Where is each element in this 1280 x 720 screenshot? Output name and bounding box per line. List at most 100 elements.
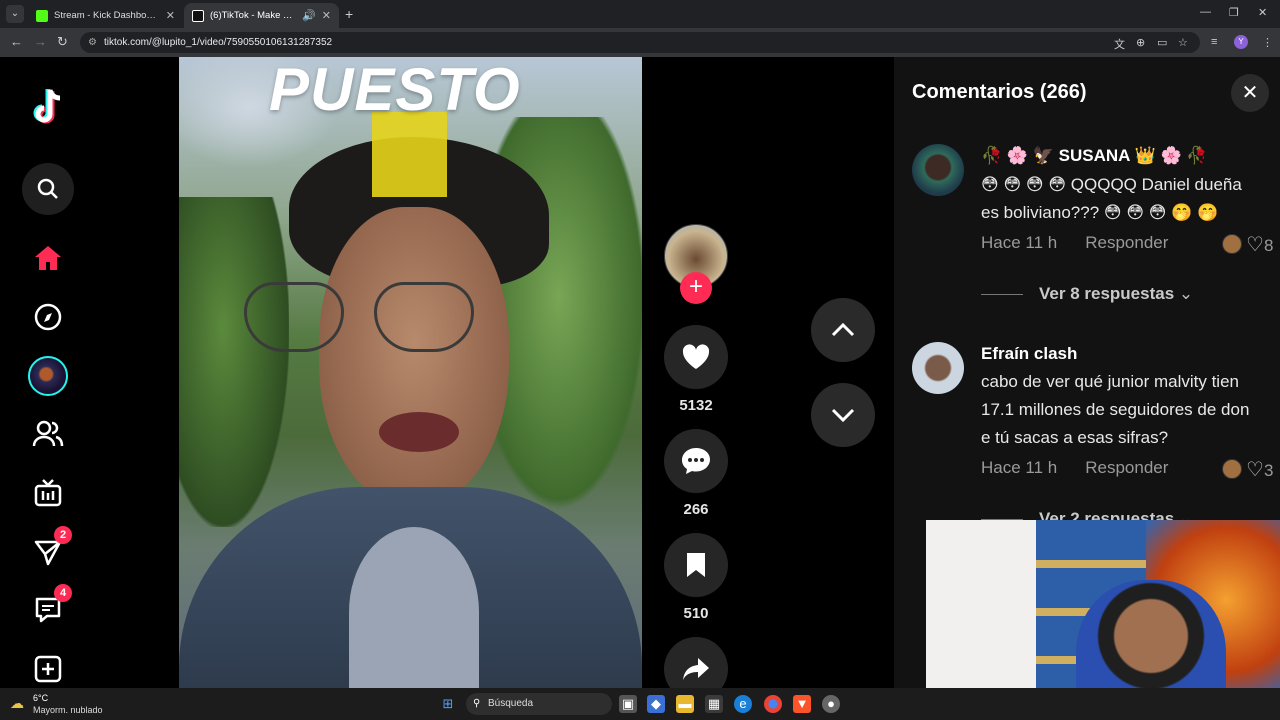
- comment-time: Hace 11 h: [981, 233, 1058, 252]
- brave-icon[interactable]: ▼: [793, 695, 811, 713]
- close-tab-icon[interactable]: ✕: [166, 9, 175, 22]
- video-person-face: [319, 207, 509, 507]
- browser-tab-bar: ⌄ Stream - Kick Dashboard ✕ (6)TikTok - …: [0, 0, 1280, 28]
- chevron-down-icon: ⌄: [1178, 284, 1194, 303]
- close-window-button[interactable]: ✕: [1258, 6, 1267, 19]
- minimize-button[interactable]: —: [1200, 6, 1211, 18]
- comment-like-heart-icon[interactable]: ♡8: [1246, 232, 1273, 257]
- weather-cloud-icon[interactable]: ☁: [10, 695, 24, 712]
- taskbar-search-box[interactable]: ⚲ Búsqueda: [466, 693, 612, 715]
- live-tv-icon[interactable]: [22, 467, 74, 519]
- menu-kebab-icon[interactable]: ⋮: [1262, 36, 1273, 49]
- tab-title: (6)TikTok - Make Your Day: [210, 10, 296, 21]
- new-tab-button[interactable]: +: [345, 6, 353, 22]
- obs-icon[interactable]: ●: [822, 695, 840, 713]
- previous-video-button[interactable]: [811, 298, 875, 362]
- explore-compass-icon[interactable]: [22, 291, 74, 343]
- glasses-icon: [374, 282, 474, 352]
- comment-meta: Hace 11 h Responder: [981, 458, 1168, 478]
- inbox-icon[interactable]: 4: [22, 584, 74, 636]
- profile-avatar[interactable]: Y: [1234, 35, 1248, 49]
- video-person-shirt: [349, 527, 479, 688]
- comment-text-line: 😳 😳 😳 😳 QQQQQ Daniel dueña: [981, 175, 1242, 194]
- file-explorer-icon[interactable]: ▬: [676, 695, 694, 713]
- forward-arrow-icon[interactable]: →: [34, 34, 47, 49]
- search-icon: ⚲: [473, 698, 481, 709]
- copilot-icon[interactable]: ◆: [647, 695, 665, 713]
- like-count: 5132: [679, 397, 713, 414]
- edge-icon[interactable]: e: [734, 695, 752, 713]
- weather-condition[interactable]: Mayorm. nublado: [33, 705, 103, 715]
- live-profile-avatar[interactable]: [22, 350, 74, 402]
- tiktok-sidebar: 2 4: [0, 57, 96, 688]
- video-overlay-text: PUESTO: [269, 57, 521, 123]
- comment-time: Hace 11 h: [981, 458, 1058, 477]
- reading-list-icon[interactable]: ≡: [1211, 36, 1217, 48]
- tiktok-logo-icon[interactable]: [22, 82, 74, 134]
- chevron-down-icon: [831, 408, 855, 422]
- reply-button[interactable]: Responder: [1085, 458, 1168, 477]
- kick-favicon-icon: [36, 9, 48, 22]
- translate-icon[interactable]: 文: [1114, 36, 1125, 52]
- messages-send-icon[interactable]: 2: [22, 526, 74, 578]
- zoom-icon[interactable]: ⊕: [1136, 36, 1145, 49]
- tab-kick-dashboard[interactable]: Stream - Kick Dashboard ✕: [28, 3, 183, 28]
- chrome-icon[interactable]: [764, 695, 782, 713]
- comment-count: 266: [683, 501, 709, 518]
- windows-start-icon[interactable]: ⊞: [439, 695, 457, 713]
- comment-username[interactable]: 🥀 🌸 🦅 SUSANA 👑 🌸 🥀: [981, 146, 1208, 166]
- windows-taskbar: ☁ 6°C Mayorm. nublado ⊞ ⚲ Búsqueda ▣ ◆ ▬…: [0, 688, 1280, 720]
- comment-like-count: 8: [1263, 236, 1274, 255]
- save-count: 510: [683, 605, 709, 622]
- comment-like-count: 3: [1263, 461, 1274, 480]
- search-icon[interactable]: [22, 163, 74, 215]
- site-info-icon[interactable]: ⚙: [88, 32, 97, 53]
- heart-icon[interactable]: [664, 325, 728, 389]
- store-icon[interactable]: ▦: [705, 695, 723, 713]
- video-player[interactable]: PUESTO: [179, 57, 642, 688]
- browser-toolbar: ← → ↻ ⚙ tiktok.com/@lupito_1/video/75905…: [0, 28, 1280, 57]
- restore-button[interactable]: ❐: [1229, 6, 1239, 19]
- follow-plus-button[interactable]: +: [680, 272, 712, 304]
- chevron-up-icon: [831, 323, 855, 337]
- comment-text-line: e tú sacas a esas sifras?: [981, 428, 1169, 447]
- next-video-button[interactable]: [811, 383, 875, 447]
- comment-action[interactable]: 266: [664, 429, 728, 518]
- tab-title: Stream - Kick Dashboard: [54, 10, 160, 21]
- back-arrow-icon[interactable]: ←: [10, 34, 23, 49]
- like-action[interactable]: 5132: [664, 325, 728, 414]
- comment-meta: Hace 11 h Responder: [981, 233, 1168, 253]
- comment-avatar[interactable]: [912, 342, 964, 394]
- creator-avatar[interactable]: +: [664, 224, 728, 304]
- video-yellow-overlay: [372, 112, 447, 197]
- home-icon[interactable]: [22, 232, 74, 284]
- weather-temperature[interactable]: 6°C: [33, 693, 48, 703]
- comment-username[interactable]: Efraín clash: [981, 344, 1077, 364]
- following-users-icon[interactable]: [22, 408, 74, 460]
- close-tab-icon[interactable]: ✕: [322, 9, 331, 22]
- cast-icon[interactable]: ▭: [1157, 36, 1167, 49]
- speaker-icon[interactable]: 🔊: [302, 9, 316, 22]
- reload-icon[interactable]: ↻: [57, 34, 68, 50]
- address-bar[interactable]: ⚙ tiktok.com/@lupito_1/video/75905501061…: [80, 32, 1200, 53]
- comments-title: Comentarios (266): [912, 81, 1087, 103]
- comment-text-line: cabo de ver qué junior malvity tien: [981, 372, 1239, 391]
- comment-text-line: 17.1 millones de seguidores de don: [981, 400, 1250, 419]
- comment-text-line: es boliviano??? 😳 😳 😳 🤭 🤭: [981, 203, 1219, 222]
- comment-like-heart-icon[interactable]: ♡3: [1246, 457, 1273, 482]
- video-background-tree: [179, 197, 289, 527]
- close-comments-button[interactable]: ✕: [1231, 74, 1269, 112]
- task-view-icon[interactable]: ▣: [619, 695, 637, 713]
- view-replies-label: Ver 8 respuestas: [1039, 284, 1175, 303]
- taskbar-search-label: Búsqueda: [488, 698, 534, 709]
- comment-avatar[interactable]: [912, 144, 964, 196]
- bookmark-star-icon[interactable]: ☆: [1178, 36, 1188, 49]
- save-action[interactable]: 510: [664, 533, 728, 622]
- video-person-mouth: [379, 412, 459, 452]
- comment-bubble-icon[interactable]: [664, 429, 728, 493]
- view-replies-button[interactable]: Ver 8 respuestas ⌄: [981, 284, 1193, 304]
- tab-search-button[interactable]: ⌄: [6, 5, 24, 23]
- bookmark-icon[interactable]: [664, 533, 728, 597]
- tab-tiktok[interactable]: (6)TikTok - Make Your Day 🔊 ✕: [184, 3, 339, 28]
- reply-button[interactable]: Responder: [1085, 233, 1168, 252]
